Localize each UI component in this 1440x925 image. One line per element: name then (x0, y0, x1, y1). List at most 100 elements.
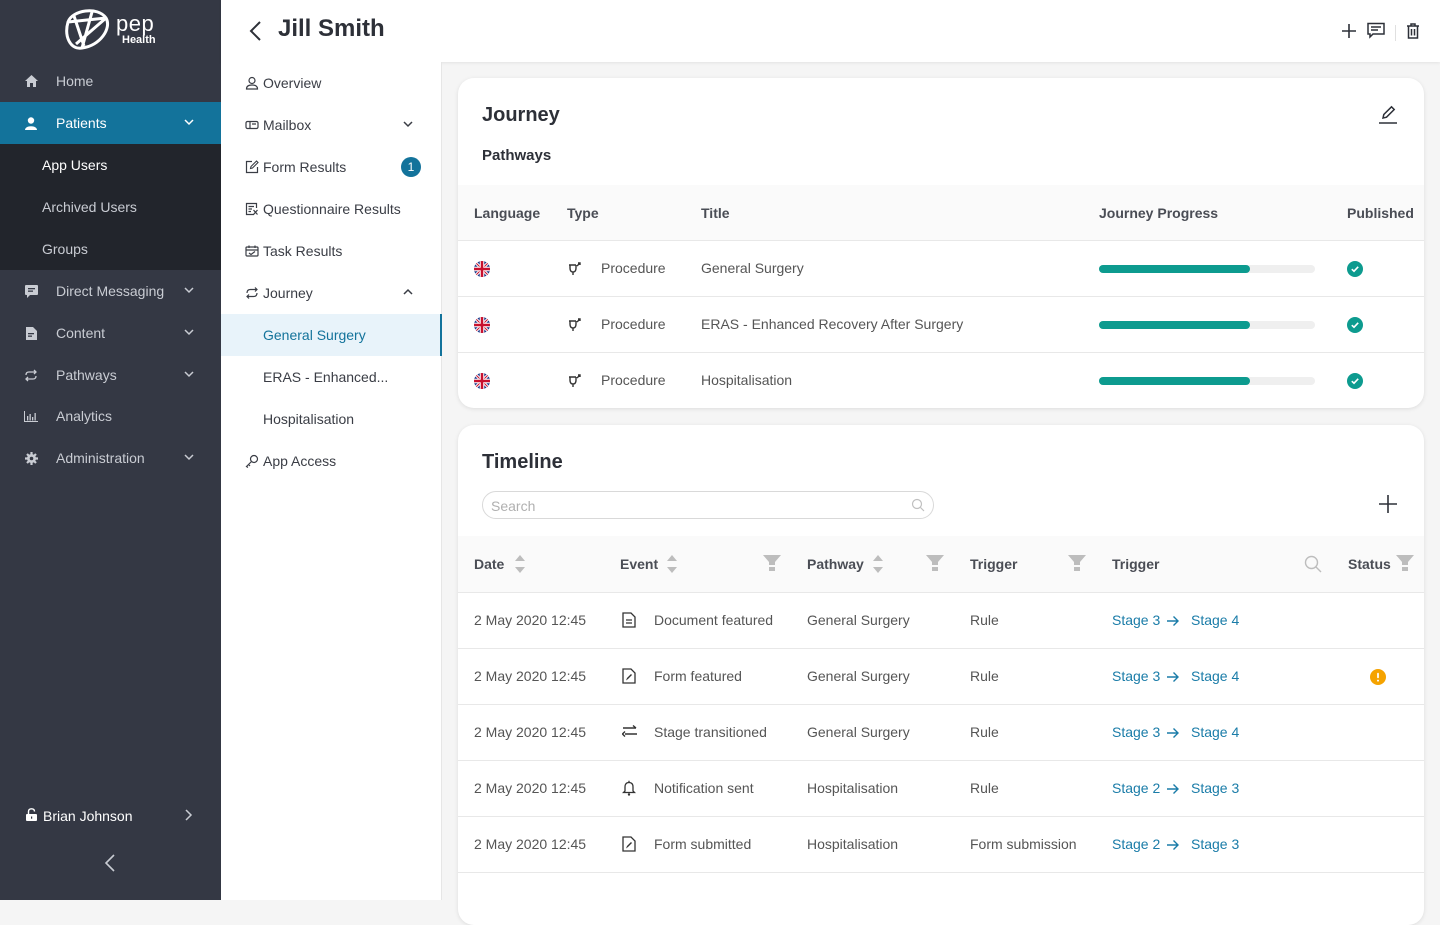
user-outline-icon (245, 76, 259, 90)
sidebar-item-patients[interactable]: Patients (0, 102, 221, 144)
subnav-journey[interactable]: Journey (221, 272, 442, 314)
subnav-label: Hospitalisation (263, 411, 355, 427)
timeline-search-input[interactable] (491, 496, 891, 516)
event-date: 2 May 2020 12:45 (474, 724, 587, 740)
journey-title: Journey (482, 104, 560, 126)
subnav-overview[interactable]: Overview (221, 62, 442, 104)
subnav-journey-hospitalisation[interactable]: Hospitalisation (221, 398, 442, 440)
to-stage-link[interactable]: Stage 4 (1191, 612, 1239, 628)
sort-event-icon[interactable] (666, 552, 678, 579)
divider (1395, 25, 1396, 41)
timeline-row[interactable]: 2 May 2020 12:45 Stage transitioned Genera… (458, 705, 1424, 761)
arrow-right-icon (1166, 782, 1180, 798)
procedure-icon (568, 262, 582, 279)
edit-journey-button[interactable] (1378, 104, 1398, 129)
add-timeline-event-button[interactable] (1378, 494, 1398, 519)
filter-status-icon[interactable] (1396, 555, 1414, 574)
from-stage-link[interactable]: Stage 2 (1112, 780, 1160, 796)
event-name: Notification sent (654, 780, 754, 796)
page-title: Jill Smith (278, 15, 385, 42)
pathway-row[interactable]: Procedure ERAS - Enhanced Recovery After … (458, 297, 1424, 353)
timeline-row[interactable]: 2 May 2020 12:45 Notification sent Hospita… (458, 761, 1424, 817)
sidebar-item-home[interactable]: Home (0, 60, 221, 102)
back-button[interactable] (247, 20, 263, 47)
from-stage-link[interactable]: Stage 2 (1112, 836, 1160, 852)
current-user[interactable]: Brian Johnson (26, 808, 206, 824)
page-header: Jill Smith (221, 0, 1440, 62)
document-icon (24, 326, 38, 340)
filter-trigger-icon[interactable] (1068, 555, 1086, 574)
document-icon (622, 612, 636, 631)
home-icon (24, 74, 38, 88)
sidebar-subitem-archived-users[interactable]: Archived Users (42, 199, 137, 215)
subnav-label: App Access (263, 453, 337, 469)
sort-date-icon[interactable] (514, 552, 526, 579)
to-stage-link[interactable]: Stage 4 (1191, 724, 1239, 740)
pathway-row[interactable]: Procedure Hospitalisation (458, 353, 1424, 408)
sidebar-item-administration[interactable]: Administration (0, 437, 221, 479)
user-icon (24, 116, 38, 130)
collapse-sidebar-button[interactable] (103, 853, 117, 878)
chevron-down-icon (403, 121, 413, 128)
journey-progress-bar (1099, 377, 1315, 385)
filter-event-icon[interactable] (763, 555, 781, 574)
subnav-label: Journey (263, 285, 313, 301)
brand-logo[interactable]: pep Health (62, 8, 156, 50)
subnav-mailbox[interactable]: Mailbox (221, 104, 442, 146)
event-name: Form featured (654, 668, 742, 684)
repeat-icon (24, 368, 38, 382)
to-stage-link[interactable]: Stage 4 (1191, 668, 1239, 684)
from-stage-link[interactable]: Stage 3 (1112, 612, 1160, 628)
subnav-app-access[interactable]: App Access (221, 440, 442, 482)
sidebar-subitem-app-users[interactable]: App Users (42, 157, 107, 173)
timeline-row[interactable]: 2 May 2020 12:45 Form featured General Sur… (458, 649, 1424, 705)
pathway-title[interactable]: Hospitalisation (701, 372, 792, 388)
subnav-journey-general-surgery[interactable]: General Surgery (221, 314, 442, 356)
pathways-table-header: Language Type Title Journey Progress Pub… (458, 185, 1424, 241)
subnav-questionnaire-results[interactable]: Questionnaire Results (221, 188, 442, 230)
comment-button[interactable] (1367, 22, 1385, 44)
subnav-task-results[interactable]: Task Results (221, 230, 442, 272)
sort-pathway-icon[interactable] (872, 552, 884, 579)
published-check-icon (1347, 261, 1363, 280)
pathway-row[interactable]: Procedure General Surgery (458, 241, 1424, 297)
sidebar-item-label: Analytics (56, 408, 113, 424)
sidebar-item-content[interactable]: Content (0, 312, 221, 354)
event-name: Stage transitioned (654, 724, 767, 740)
event-trigger: Rule (970, 780, 999, 796)
col-status: Status (1348, 556, 1391, 572)
journey-progress-fill (1099, 321, 1251, 329)
subnav-journey-eras[interactable]: ERAS - Enhanced... (221, 356, 442, 398)
subnav-form-results[interactable]: Form Results 1 (221, 146, 442, 188)
gear-icon (24, 451, 38, 465)
to-stage-link[interactable]: Stage 3 (1191, 836, 1239, 852)
to-stage-link[interactable]: Stage 3 (1191, 780, 1239, 796)
delete-button[interactable] (1406, 22, 1420, 44)
event-pathway: General Surgery (807, 668, 910, 684)
chevron-down-icon (183, 450, 195, 466)
journey-progress-bar (1099, 265, 1315, 273)
add-button[interactable] (1341, 23, 1357, 44)
event-name: Form submitted (654, 836, 752, 852)
sidebar-item-pathways[interactable]: Pathways (0, 354, 221, 396)
col-published: Published (1347, 205, 1414, 221)
sidebar-subitem-groups[interactable]: Groups (42, 241, 88, 257)
filter-pathway-icon[interactable] (926, 555, 944, 574)
timeline-row[interactable]: 2 May 2020 12:45 Document featured General… (458, 593, 1424, 649)
search-trigger-icon[interactable] (1304, 555, 1322, 576)
sidebar-item-direct-messaging[interactable]: Direct Messaging (0, 270, 221, 312)
form-icon (622, 668, 636, 687)
timeline-row[interactable]: 2 May 2020 12:45 Form submitted Hospitalis… (458, 817, 1424, 873)
from-stage-link[interactable]: Stage 3 (1112, 668, 1160, 684)
subnav-label: Mailbox (263, 117, 312, 133)
col-trigger-stage: Trigger (1112, 556, 1160, 572)
event-trigger: Rule (970, 724, 999, 740)
sidebar-item-analytics[interactable]: Analytics (0, 395, 221, 437)
journey-progress-bar (1099, 321, 1315, 329)
event-trigger: Form submission (970, 836, 1077, 852)
pathway-title[interactable]: General Surgery (701, 260, 804, 276)
from-stage-link[interactable]: Stage 3 (1112, 724, 1160, 740)
pathway-title[interactable]: ERAS - Enhanced Recovery After Surgery (701, 316, 963, 332)
comment-icon (1367, 22, 1385, 39)
mailbox-icon (245, 120, 259, 130)
